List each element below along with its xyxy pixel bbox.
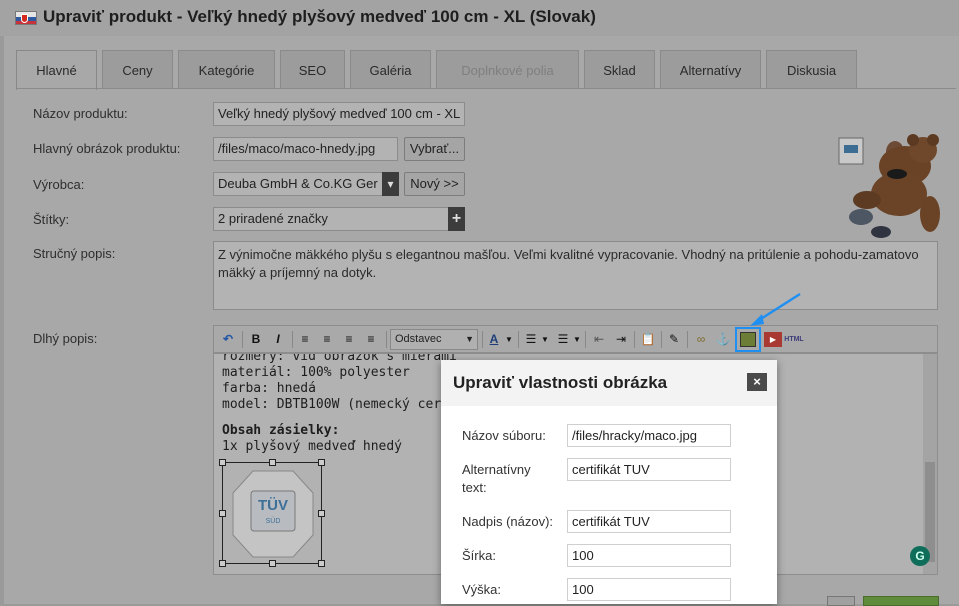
product-thumbnail [838,134,940,238]
contents-heading: Obsah zásielky: [222,423,340,438]
editor-line: model: DBTB100W (nemecký certifi [222,397,473,412]
indent-icon[interactable]: ⇥ [611,330,631,349]
choose-image-button[interactable]: Vybrať... [404,137,465,161]
caption-input[interactable]: certifikát TUV [567,510,731,533]
filename-label: Názov súboru: [462,428,546,443]
tab-diskusia[interactable]: Diskusia [766,50,857,88]
tuv-certificate-image: TÜV SÜD [232,470,314,558]
annotation-arrow-icon [750,292,801,326]
manufacturer-select[interactable]: Deuba GmbH & Co.KG Ger [213,172,383,196]
html-source-icon[interactable]: HTML [782,330,806,349]
tags-input[interactable]: 2 priradené značky [213,207,449,231]
grammarly-icon[interactable]: G [910,546,930,566]
window-titlebar: Upraviť produkt - Veľký hnedý plyšový me… [0,0,959,36]
resize-handle[interactable] [219,560,226,567]
bold-icon[interactable]: B [246,330,266,349]
chevron-down-icon[interactable]: ▼ [504,330,514,349]
new-manufacturer-button[interactable]: Nový >> [404,172,465,196]
close-icon[interactable]: × [747,373,767,391]
product-name-label: Názov produktu: [33,106,128,121]
save-button[interactable] [863,596,939,606]
slovak-flag-icon [15,11,37,25]
manufacturer-label: Výrobca: [33,177,85,192]
product-name-input[interactable]: Veľký hnedý plyšový medveď 100 cm - XL [213,102,465,126]
tab-galeria[interactable]: Galéria [350,50,431,88]
tab-kategorie[interactable]: Kategórie [178,50,275,88]
chevron-down-icon: ▼ [465,334,474,344]
tab-ceny[interactable]: Ceny [102,50,173,88]
insert-image-button[interactable] [735,327,761,352]
resize-handle[interactable] [269,560,276,567]
chevron-down-icon[interactable]: ▾ [382,172,399,196]
image-icon [740,332,756,347]
tab-alternativy[interactable]: Alternatívy [660,50,761,88]
window-title: Upraviť produkt - Veľký hnedý plyšový me… [43,7,596,26]
footer-button[interactable] [827,596,855,606]
height-input[interactable]: 100 [567,578,731,601]
tuv-badge-sub: SÜD [266,517,281,525]
italic-icon[interactable]: I [268,330,288,349]
alt-text-label: Alternatívny text: [462,462,531,495]
editor-line: materiál: 100% polyester [222,365,410,380]
tuv-badge-text: TÜV [258,497,288,514]
resize-handle[interactable] [318,459,325,466]
outdent-icon[interactable]: ⇤ [589,330,609,349]
format-select-value: Odstavec [395,333,442,345]
chevron-down-icon[interactable]: ▼ [572,330,582,349]
image-properties-dialog: Upraviť vlastnosti obrázka × Názov súbor… [441,360,777,604]
resize-handle[interactable] [269,459,276,466]
width-label: Šírka: [462,548,496,563]
resize-handle[interactable] [219,459,226,466]
alt-text-input[interactable]: certifikát TUV [567,458,731,481]
format-select[interactable]: Odstavec ▼ [390,329,478,350]
align-center-icon[interactable]: ≡ [317,330,337,349]
dialog-header: Upraviť vlastnosti obrázka × [441,360,777,406]
tab-sklad[interactable]: Sklad [584,50,655,88]
editor-line: rozmery: viď obrázok s mierami [222,353,457,364]
resize-handle[interactable] [318,560,325,567]
dialog-title: Upraviť vlastnosti obrázka [453,373,668,392]
editor-line: farba: hnedá [222,381,316,396]
short-description-textarea[interactable]: Z výnimočne mäkkého plyšu s elegantnou m… [213,241,938,310]
bullet-list-icon[interactable]: ☰ [521,330,541,349]
short-description-label: Stručný popis: [33,246,116,261]
resize-handle[interactable] [318,510,325,517]
selected-image[interactable]: TÜV SÜD [219,459,325,567]
youtube-icon[interactable]: ▶ [764,332,782,347]
contents-line: 1x plyšový medveď hnedý [222,439,403,454]
align-left-icon[interactable]: ≡ [295,330,315,349]
link-icon[interactable]: ∞ [691,330,711,349]
edit-icon[interactable]: ✎ [664,330,684,349]
main-image-label: Hlavný obrázok produktu: [33,141,181,156]
main-image-input[interactable]: /files/maco/maco-hnedy.jpg [213,137,398,161]
align-justify-icon[interactable]: ≡ [361,330,381,349]
scrollbar-thumb[interactable] [925,462,935,562]
paste-word-icon[interactable]: 📋 [638,330,658,349]
filename-input[interactable]: /files/hracky/maco.jpg [567,424,731,447]
editor-text: rozmery: viď obrázok s mierami materiál:… [222,353,473,455]
height-label: Výška: [462,582,502,597]
add-tag-icon[interactable]: + [448,207,465,231]
editor-scrollbar[interactable] [923,354,937,574]
numbered-list-icon[interactable]: ☰ [553,330,573,349]
tab-doplnkove-polia: Doplnkové polia [436,50,579,88]
undo-icon[interactable]: ↶ [218,330,238,349]
editor-toolbar: ↶ B I ≡ ≡ ≡ ≡ Odstavec ▼ A ▼ ☰ ▼ ☰ ▼ ⇤ ⇥… [213,325,938,353]
tab-hlavne[interactable]: Hlavné [16,50,97,90]
anchor-icon[interactable]: ⚓ [713,330,733,349]
text-color-icon[interactable]: A [484,330,504,349]
caption-label: Nadpis (názov): [462,514,554,529]
chevron-down-icon[interactable]: ▼ [540,330,550,349]
align-right-icon[interactable]: ≡ [339,330,359,349]
tab-seo[interactable]: SEO [280,50,345,88]
long-description-label: Dlhý popis: [33,331,98,346]
resize-handle[interactable] [219,510,226,517]
width-input[interactable]: 100 [567,544,731,567]
tags-label: Štítky: [33,212,70,227]
